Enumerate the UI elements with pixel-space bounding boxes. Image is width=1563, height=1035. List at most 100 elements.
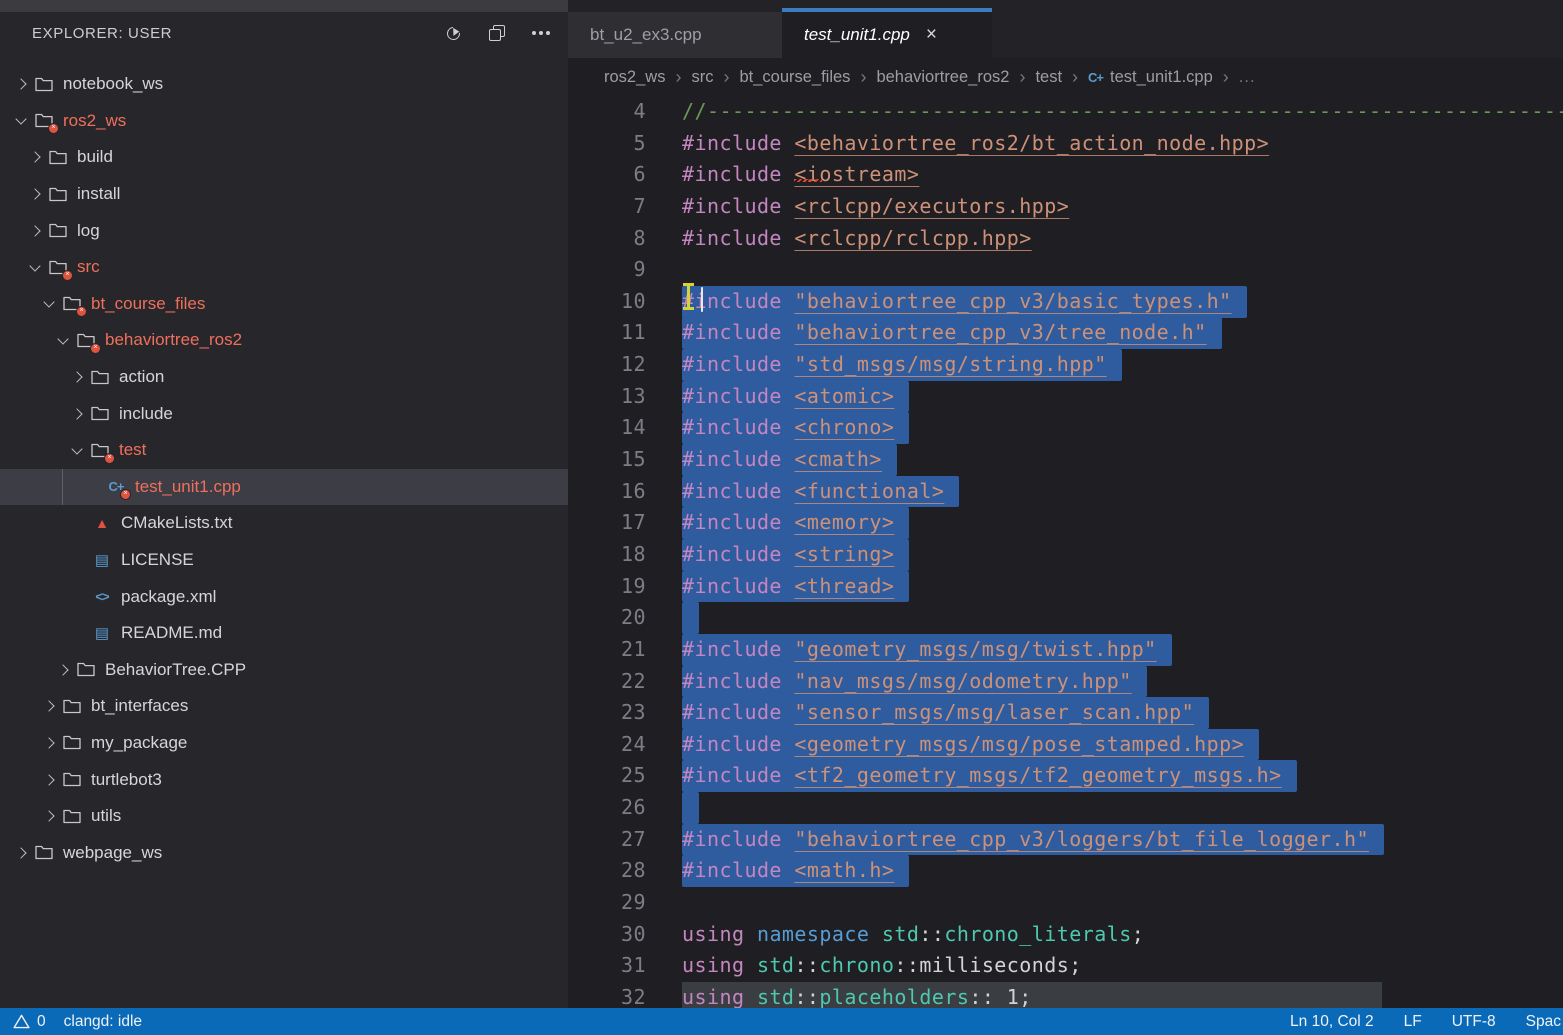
chevron-down-icon[interactable] xyxy=(15,114,26,125)
code-line[interactable]: 21#include "geometry_msgs/msg/twist.hpp" xyxy=(568,634,1563,666)
chevron-right-icon[interactable] xyxy=(43,774,54,785)
selection-highlight: #include <atomic> xyxy=(682,381,909,413)
code-line[interactable]: 6#include <iostream> xyxy=(568,159,1563,191)
code-line[interactable]: 12#include "std_msgs/msg/string.hpp" xyxy=(568,349,1563,381)
cursor-position[interactable]: Ln 10, Col 2 xyxy=(1290,1013,1374,1031)
chevron-right-icon[interactable] xyxy=(43,811,54,822)
tree-item-BehaviorTree.CPP[interactable]: BehaviorTree.CPP xyxy=(0,652,568,689)
code-line[interactable]: 4//-------------------------------------… xyxy=(568,96,1563,128)
chevron-right-icon[interactable] xyxy=(29,152,40,163)
breadcrumb-item-test[interactable]: test xyxy=(1035,68,1062,87)
code-line[interactable]: 24#include <geometry_msgs/msg/pose_stamp… xyxy=(568,729,1563,761)
chevron-down-icon[interactable] xyxy=(29,260,40,271)
code-line[interactable]: 5#include <behaviortree_ros2/bt_action_n… xyxy=(568,128,1563,160)
chevron-down-icon[interactable] xyxy=(71,443,82,454)
code-line[interactable]: 14#include <chrono> xyxy=(568,412,1563,444)
code-line[interactable]: 27#include "behaviortree_cpp_v3/loggers/… xyxy=(568,824,1563,856)
tree-item-action[interactable]: action xyxy=(0,359,568,396)
tree-item-notebook_ws[interactable]: notebook_ws xyxy=(0,66,568,103)
code-line-text xyxy=(682,602,699,634)
clangd-status[interactable]: clangd: idle xyxy=(64,1013,142,1031)
tree-item-behaviortree_ros2[interactable]: ×behaviortree_ros2 xyxy=(0,322,568,359)
encoding-indicator[interactable]: UTF-8 xyxy=(1452,1013,1496,1031)
code-line-text: #include <rclcpp/rclcpp.hpp> xyxy=(682,223,1032,255)
tree-item-CMakeLists.txt[interactable]: ▲CMakeLists.txt xyxy=(0,505,568,542)
tree-item-LICENSE[interactable]: ▤LICENSE xyxy=(0,542,568,579)
line-number: 9 xyxy=(568,254,646,286)
breadcrumb-item-bt_course_files[interactable]: bt_course_files xyxy=(739,68,850,87)
tree-item-turtlebot3[interactable]: turtlebot3 xyxy=(0,761,568,798)
chevron-right-icon[interactable] xyxy=(71,371,82,382)
tab-label: test_unit1.cpp xyxy=(804,25,910,45)
selection-highlight: #include "nav_msgs/msg/odometry.hpp" xyxy=(682,666,1147,698)
tree-item-my_package[interactable]: my_package xyxy=(0,725,568,762)
selection-highlight: #include "geometry_msgs/msg/twist.hpp" xyxy=(682,634,1172,666)
breadcrumb-item-test_unit1.cpp[interactable]: test_unit1.cpp xyxy=(1110,68,1213,87)
tree-item-src[interactable]: ×src xyxy=(0,249,568,286)
eol-indicator[interactable]: LF xyxy=(1404,1013,1422,1031)
chevron-right-icon[interactable] xyxy=(57,664,68,675)
chevron-down-icon[interactable] xyxy=(43,297,54,308)
tree-item-install[interactable]: install xyxy=(0,176,568,213)
breadcrumb-item-behaviortree_ros2[interactable]: behaviortree_ros2 xyxy=(876,68,1009,87)
code-line[interactable]: 30using namespace std::chrono_literals; xyxy=(568,919,1563,951)
tab-bt_u2_ex3.cpp[interactable]: bt_u2_ex3.cpp xyxy=(568,12,782,58)
tree-item-ros2_ws[interactable]: ×ros2_ws xyxy=(0,103,568,140)
breadcrumb-overflow[interactable]: ... xyxy=(1239,68,1256,87)
tree-item-package.xml[interactable]: <>package.xml xyxy=(0,578,568,615)
chevron-down-icon[interactable] xyxy=(57,333,68,344)
code-line[interactable]: 20 xyxy=(568,602,1563,634)
tree-item-README.md[interactable]: ▤README.md xyxy=(0,615,568,652)
code-line[interactable]: 15#include <cmath> xyxy=(568,444,1563,476)
code-line[interactable]: 8#include <rclcpp/rclcpp.hpp> xyxy=(568,223,1563,255)
code-line[interactable]: 22#include "nav_msgs/msg/odometry.hpp" xyxy=(568,666,1563,698)
more-actions-button[interactable] xyxy=(532,24,550,42)
refresh-button[interactable] xyxy=(444,24,462,42)
problems-indicator[interactable]: 0 xyxy=(13,1013,46,1031)
selection-highlight: #include <functional> xyxy=(682,476,959,508)
tree-item-build[interactable]: build xyxy=(0,139,568,176)
indentation-indicator[interactable]: Spac xyxy=(1526,1013,1561,1031)
tab-test_unit1.cpp[interactable]: test_unit1.cpp × xyxy=(782,12,992,58)
code-line[interactable]: 31using std::chrono::milliseconds; xyxy=(568,950,1563,982)
chevron-right-icon[interactable] xyxy=(15,79,26,90)
line-number: 31 xyxy=(568,950,646,982)
folder-icon xyxy=(62,698,82,715)
tree-item-webpage_ws[interactable]: webpage_ws xyxy=(0,834,568,871)
code-line[interactable]: 28#include <math.h> xyxy=(568,855,1563,887)
code-line[interactable]: 26 xyxy=(568,792,1563,824)
code-line[interactable]: 10#include "behaviortree_cpp_v3/basic_ty… xyxy=(568,286,1563,318)
tree-item-bt_course_files[interactable]: ×bt_course_files xyxy=(0,286,568,323)
folder-icon xyxy=(62,734,82,751)
code-line[interactable]: 16#include <functional> xyxy=(568,476,1563,508)
code-line[interactable]: 18#include <string> xyxy=(568,539,1563,571)
code-line[interactable]: 17#include <memory> xyxy=(568,507,1563,539)
tree-item-bt_interfaces[interactable]: bt_interfaces xyxy=(0,688,568,725)
code-line[interactable]: 29 xyxy=(568,887,1563,919)
code-line[interactable]: 11#include "behaviortree_cpp_v3/tree_nod… xyxy=(568,317,1563,349)
chevron-right-icon[interactable] xyxy=(29,225,40,236)
code-line[interactable]: 25#include <tf2_geometry_msgs/tf2_geomet… xyxy=(568,760,1563,792)
collapse-folders-button[interactable] xyxy=(488,24,506,42)
tree-item-log[interactable]: log xyxy=(0,212,568,249)
breadcrumb-item-ros2_ws[interactable]: ros2_ws xyxy=(604,68,665,87)
code-editor[interactable]: 4//-------------------------------------… xyxy=(568,96,1563,1020)
chevron-right-icon[interactable] xyxy=(15,847,26,858)
code-line[interactable]: 7#include <rclcpp/executors.hpp> xyxy=(568,191,1563,223)
breadcrumb-item-src[interactable]: src xyxy=(691,68,713,87)
tree-item-include[interactable]: include xyxy=(0,395,568,432)
code-line-text: #include "behaviortree_cpp_v3/loggers/bt… xyxy=(682,824,1384,856)
code-line[interactable]: 13#include <atomic> xyxy=(568,381,1563,413)
markdown-icon: ▤ xyxy=(92,625,112,642)
chevron-right-icon[interactable] xyxy=(71,408,82,419)
chevron-right-icon[interactable] xyxy=(43,701,54,712)
tree-item-utils[interactable]: utils xyxy=(0,798,568,835)
chevron-right-icon[interactable] xyxy=(43,737,54,748)
code-line[interactable]: 23#include "sensor_msgs/msg/laser_scan.h… xyxy=(568,697,1563,729)
chevron-right-icon[interactable] xyxy=(29,188,40,199)
close-icon[interactable]: × xyxy=(926,24,937,46)
tree-item-test_unit1.cpp[interactable]: C+×test_unit1.cpp xyxy=(0,469,568,506)
code-line[interactable]: 9 xyxy=(568,254,1563,286)
tree-item-test[interactable]: ×test xyxy=(0,432,568,469)
code-line[interactable]: 19#include <thread> xyxy=(568,571,1563,603)
